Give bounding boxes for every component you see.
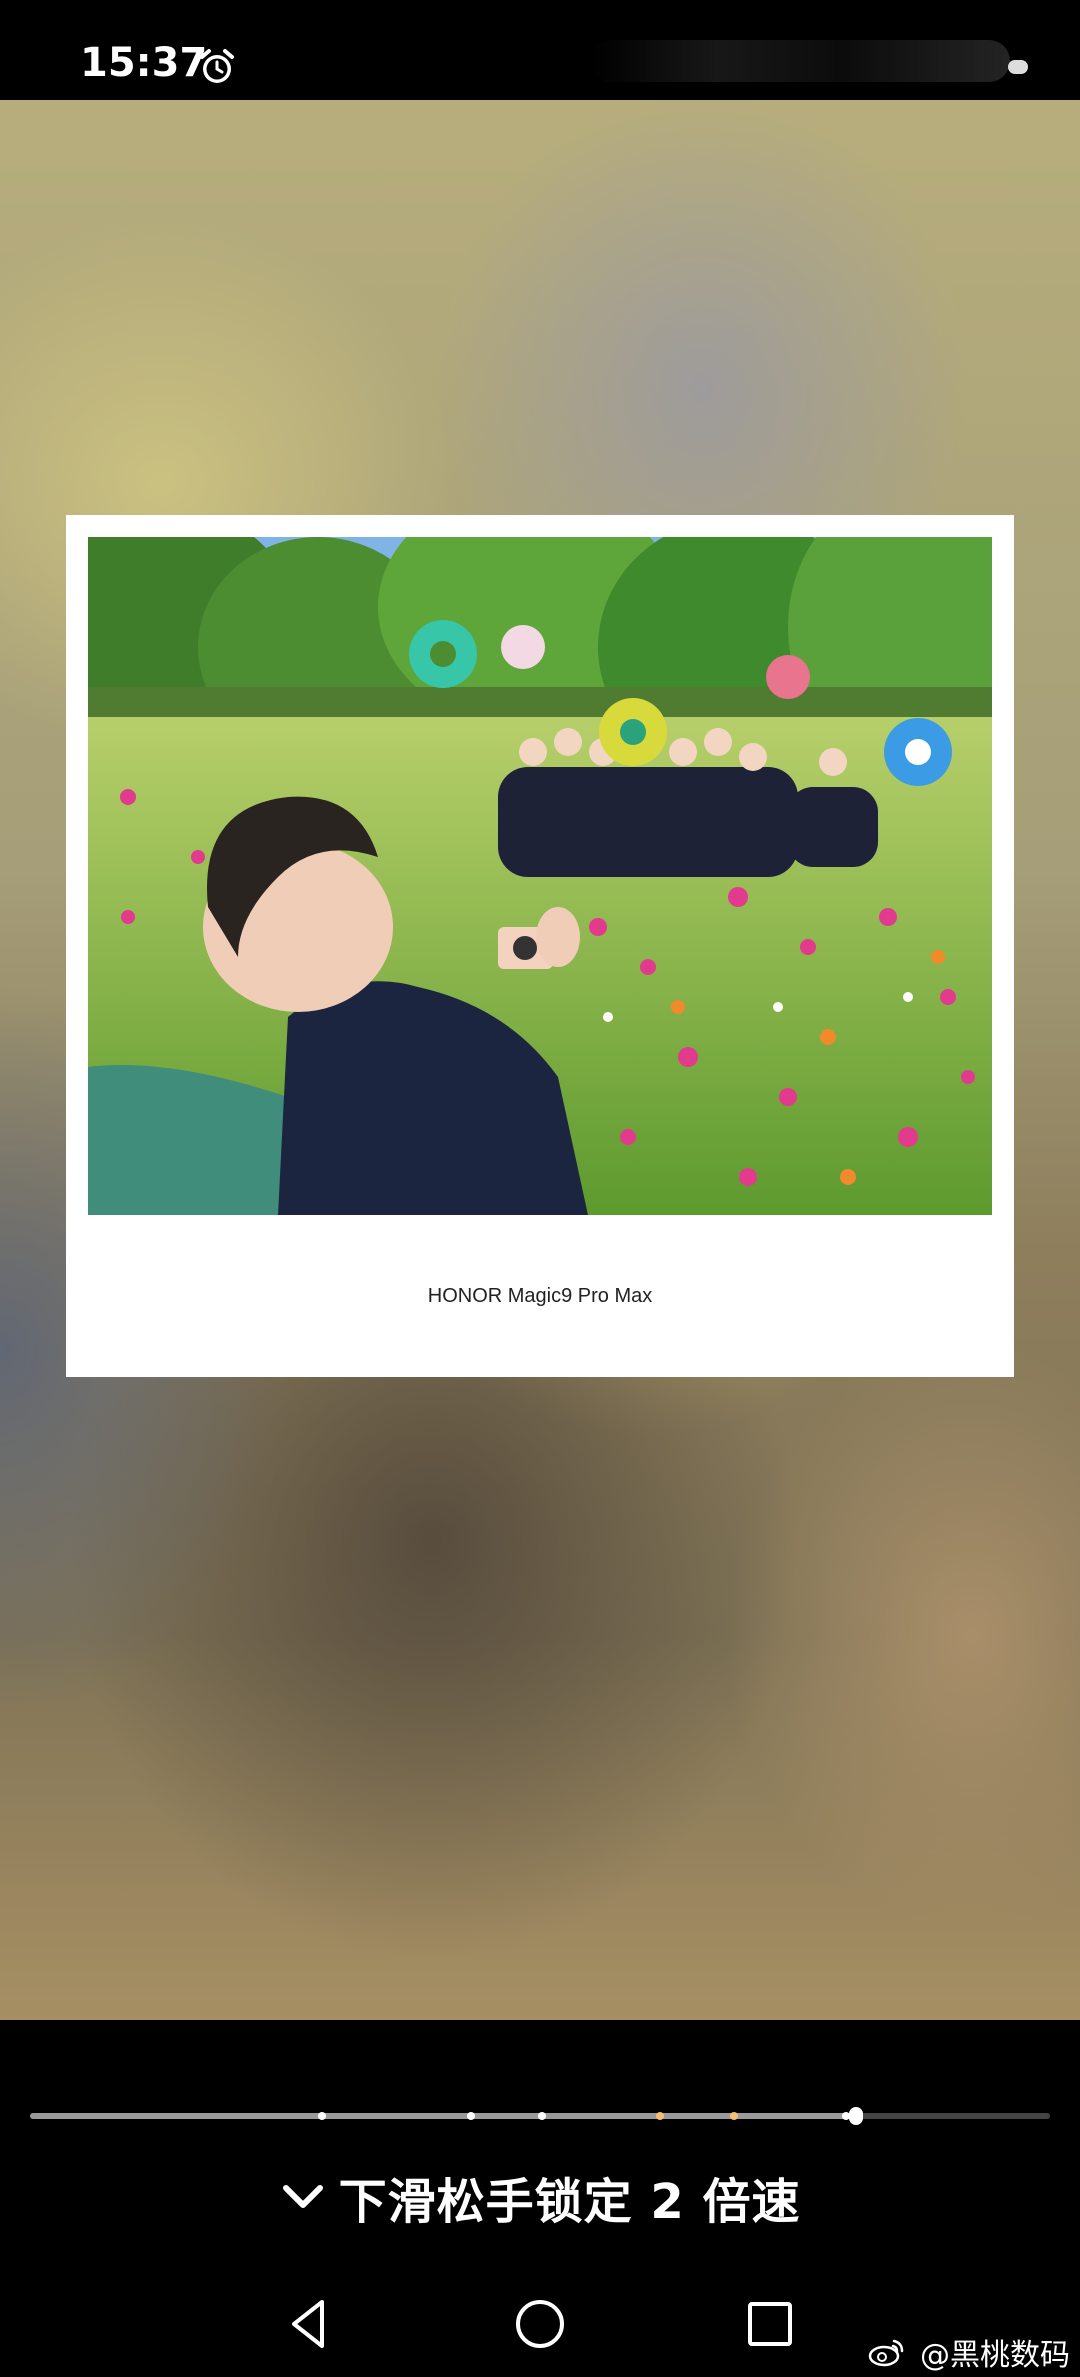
back-icon[interactable] [278, 2292, 342, 2356]
progress-scrubber[interactable] [849, 2107, 864, 2125]
chevron-down-icon [282, 2185, 323, 2208]
sample-photo [88, 537, 992, 1215]
photo-caption: HONOR Magic9 Pro Max [427, 1285, 653, 1307]
speed-lock-hint: 下滑松手锁定 2 倍速 [0, 2162, 1080, 2232]
weibo-icon [869, 2339, 904, 2367]
alarm-icon [200, 49, 234, 83]
home-icon[interactable] [508, 2292, 572, 2356]
battery-icon [1008, 60, 1028, 74]
chapter-marker [318, 2112, 326, 2120]
chapter-marker [467, 2112, 475, 2120]
recent-apps-icon[interactable] [738, 2292, 802, 2356]
highlight-marker [656, 2112, 664, 2120]
speed-hint-text: 下滑松手锁定 2 倍速 [338, 2174, 801, 2230]
status-icons-blurred [590, 40, 1010, 82]
chapter-marker [538, 2112, 546, 2120]
photo-card: HONOR Magic9 Pro Max [66, 515, 1014, 1377]
video-progress-bar[interactable] [30, 2107, 1050, 2125]
video-player[interactable]: HONOR Magic9 Pro Max [0, 100, 1080, 2020]
highlight-marker [730, 2112, 738, 2120]
watermark-text: @黑桃数码 [920, 2338, 1070, 2373]
watermark: @黑桃数码 [868, 2330, 1070, 2374]
status-bar: 15:37 [0, 0, 1080, 100]
status-time: 15:37 [80, 40, 208, 86]
